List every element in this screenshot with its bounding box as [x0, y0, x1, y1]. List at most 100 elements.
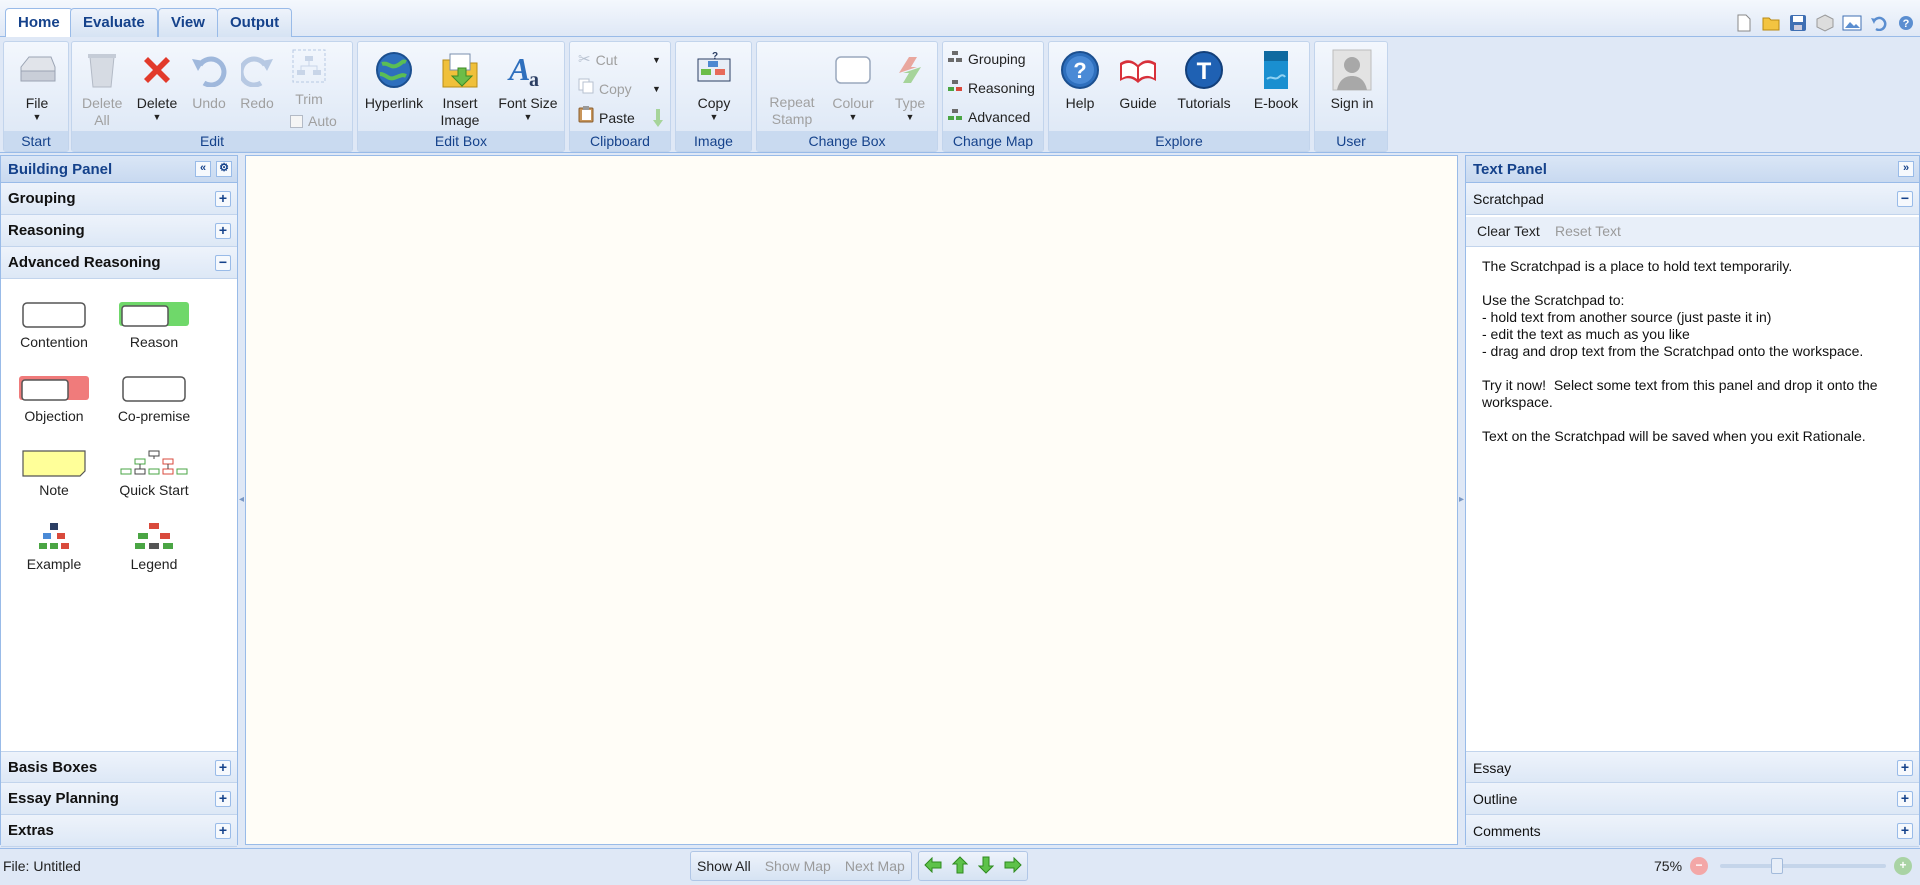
save-icon[interactable] — [1787, 12, 1808, 33]
clear-text-button[interactable]: Clear Text — [1477, 223, 1540, 239]
tool-legend[interactable]: Legend — [104, 522, 204, 572]
type-button[interactable]: Type ▼ — [885, 48, 935, 122]
next-map-button[interactable]: Next Map — [845, 858, 905, 874]
section-outline[interactable]: Outline + — [1466, 783, 1919, 815]
section-advanced-reasoning[interactable]: Advanced Reasoning − — [1, 247, 237, 279]
note-box-icon — [4, 448, 104, 478]
expand-icon[interactable]: + — [215, 191, 231, 207]
show-all-button[interactable]: Show All — [697, 858, 751, 874]
expand-icon[interactable]: + — [215, 823, 231, 839]
expand-icon[interactable]: + — [215, 223, 231, 239]
ribbon-group-change-map: Grouping Reasoning Advanced Change Map — [942, 41, 1044, 152]
reasoning-map-button[interactable]: Reasoning — [947, 75, 1035, 101]
tab-evaluate[interactable]: Evaluate — [70, 8, 158, 37]
undo-icon[interactable] — [1868, 12, 1889, 33]
section-grouping[interactable]: Grouping + — [1, 183, 237, 215]
auto-trim-checkbox[interactable]: Auto — [290, 112, 337, 130]
reset-text-button[interactable]: Reset Text — [1555, 223, 1621, 239]
tool-note[interactable]: Note — [4, 448, 104, 498]
right-splitter-handle[interactable]: ▸ — [1458, 490, 1465, 510]
insert-image-button[interactable]: Insert Image — [430, 48, 490, 129]
left-splitter-handle[interactable]: ◂ — [238, 490, 245, 510]
open-folder-icon[interactable] — [1760, 12, 1781, 33]
expand-icon[interactable]: + — [215, 791, 231, 807]
expand-icon[interactable]: + — [215, 760, 231, 776]
quick-access-toolbar: ? — [1733, 12, 1916, 33]
delete-button[interactable]: Delete ▼ — [132, 48, 182, 122]
copy-button[interactable]: Copy — [578, 76, 632, 102]
section-extras[interactable]: Extras + — [1, 815, 237, 847]
tool-contention[interactable]: Contention — [4, 300, 104, 350]
tool-objection[interactable]: Objection — [4, 374, 104, 424]
collapse-icon[interactable]: − — [215, 255, 231, 271]
zoom-out-icon[interactable]: − — [1690, 857, 1708, 875]
grouping-map-button[interactable]: Grouping — [947, 46, 1026, 72]
advanced-map-button[interactable]: Advanced — [947, 104, 1030, 130]
section-reasoning[interactable]: Reasoning + — [1, 215, 237, 247]
image-icon[interactable] — [1841, 12, 1862, 33]
copy-dropdown-icon[interactable]: ▼ — [652, 84, 661, 94]
arrow-up-icon[interactable] — [951, 855, 969, 877]
scratchpad-textarea[interactable]: The Scratchpad is a place to hold text t… — [1466, 248, 1919, 743]
expand-icon[interactable]: + — [1897, 760, 1913, 776]
undo-button[interactable]: Undo — [186, 48, 232, 112]
cut-dropdown-icon[interactable]: ▼ — [652, 55, 661, 65]
copy-image-button[interactable]: ? Copy ▼ — [684, 48, 744, 122]
group-label-start: Start — [4, 131, 68, 151]
trim-button[interactable]: Trim — [284, 44, 334, 108]
guide-button[interactable]: Guide — [1113, 48, 1163, 112]
arrow-left-icon[interactable] — [924, 856, 942, 876]
delete-all-button[interactable]: Delete All — [76, 48, 128, 129]
tab-home[interactable]: Home — [5, 8, 73, 38]
map-workspace-canvas[interactable] — [245, 155, 1458, 845]
tool-example[interactable]: Example — [4, 522, 104, 572]
expand-icon[interactable]: + — [1897, 823, 1913, 839]
paste-special-arrow-icon[interactable] — [652, 108, 664, 131]
cube-icon[interactable] — [1814, 12, 1835, 33]
copy-image-icon: ? — [692, 48, 736, 92]
guide-label: Guide — [1119, 95, 1157, 111]
section-comments[interactable]: Comments + — [1466, 815, 1919, 847]
file-label: File — [25, 95, 49, 111]
tab-output[interactable]: Output — [217, 8, 293, 37]
section-comments-label: Comments — [1473, 823, 1541, 839]
collapse-left-icon[interactable]: « — [195, 161, 211, 177]
reasoning-map-label: Reasoning — [968, 80, 1035, 96]
tool-reason[interactable]: Reason — [104, 300, 204, 350]
font-size-button[interactable]: Aa Font Size ▼ — [494, 48, 562, 122]
help-button[interactable]: ? Help — [1057, 48, 1103, 112]
tool-contention-label: Contention — [20, 334, 88, 350]
new-file-icon[interactable] — [1733, 12, 1754, 33]
arrow-down-icon[interactable] — [977, 856, 995, 877]
section-basis-boxes[interactable]: Basis Boxes + — [1, 751, 237, 783]
tutorials-button[interactable]: T Tutorials — [1171, 48, 1237, 112]
show-map-button[interactable]: Show Map — [765, 858, 831, 874]
section-essay[interactable]: Essay + — [1466, 751, 1919, 783]
section-essay-planning[interactable]: Essay Planning + — [1, 783, 237, 815]
section-scratchpad[interactable]: Scratchpad − — [1466, 183, 1919, 215]
tab-view[interactable]: View — [158, 8, 218, 37]
arrow-right-icon[interactable] — [1004, 856, 1022, 876]
file-button[interactable]: File ▼ — [10, 48, 64, 122]
clipboard-icon — [578, 105, 594, 131]
redo-button[interactable]: Redo — [236, 48, 278, 112]
advanced-map-label: Advanced — [968, 109, 1031, 125]
sign-in-button[interactable]: Sign in — [1321, 48, 1383, 112]
repeat-stamp-button[interactable]: Repeat Stamp — [763, 94, 821, 128]
tool-co-premise[interactable]: Co-premise — [104, 374, 204, 424]
gear-icon[interactable]: ⚙ — [216, 161, 232, 177]
tool-quick-start[interactable]: Quick Start — [104, 448, 204, 498]
colour-button[interactable]: Colour ▼ — [823, 48, 883, 122]
zoom-slider[interactable] — [1720, 858, 1886, 874]
zoom-in-icon[interactable]: + — [1894, 857, 1912, 875]
collapse-icon[interactable]: − — [1897, 191, 1913, 207]
paste-button[interactable]: Paste — [578, 105, 635, 131]
ebook-button[interactable]: E-book — [1247, 48, 1305, 112]
hyperlink-button[interactable]: Hyperlink — [362, 48, 426, 112]
expand-icon[interactable]: + — [1897, 791, 1913, 807]
collapse-right-icon[interactable]: » — [1898, 161, 1914, 177]
help-icon[interactable]: ? — [1895, 12, 1916, 33]
change-type-icon — [888, 48, 932, 92]
cut-button[interactable]: ✂ Cut — [578, 47, 617, 73]
zoom-slider-thumb[interactable] — [1771, 858, 1783, 874]
